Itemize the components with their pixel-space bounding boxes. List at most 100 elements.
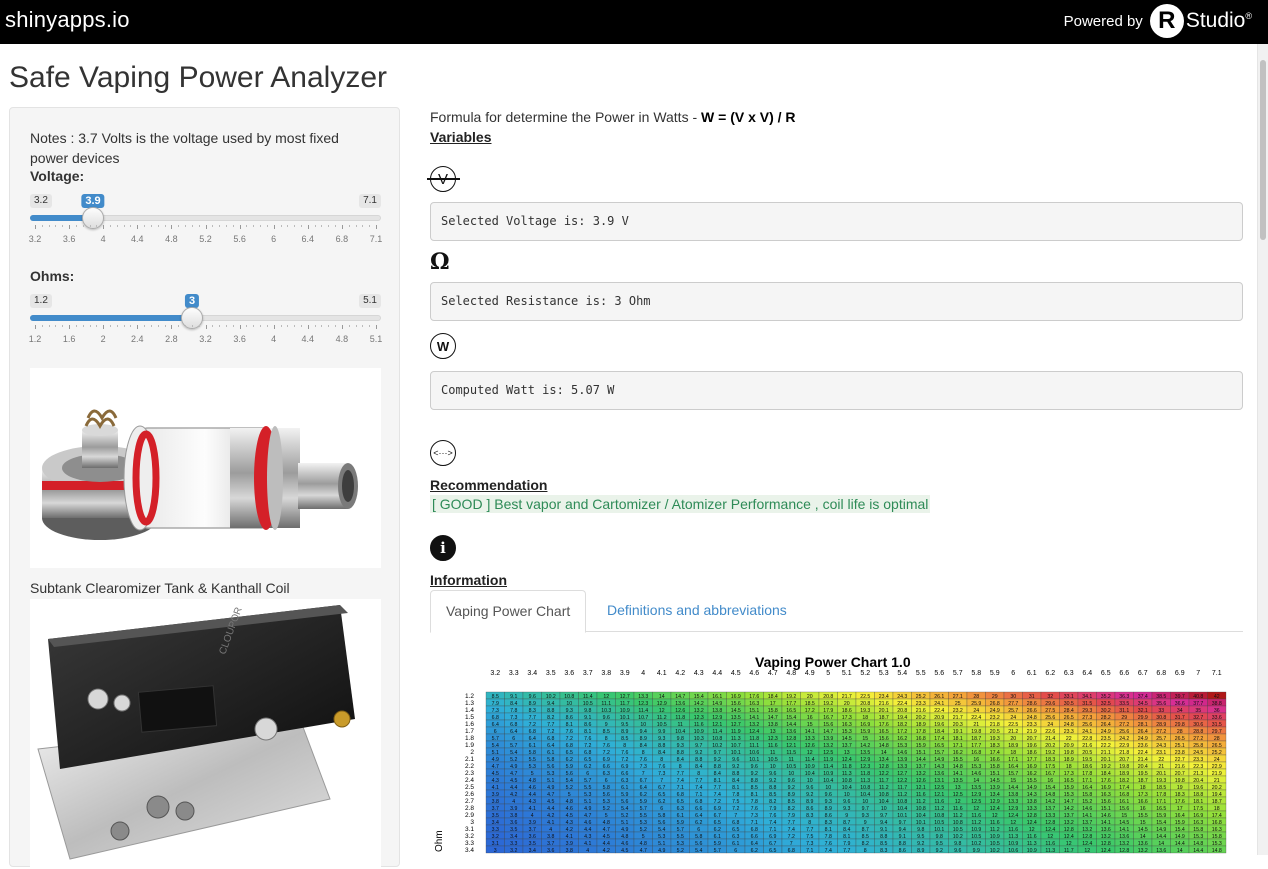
ohms-tick-label: 2 bbox=[100, 334, 106, 344]
chart-x-tick-label: 4.2 bbox=[675, 670, 685, 677]
voltage-minor-tick bbox=[369, 225, 371, 227]
rstudio-logo-icon: R bbox=[1149, 4, 1184, 38]
voltage-minor-tick bbox=[164, 225, 166, 227]
information-heading: Information bbox=[430, 572, 507, 588]
chart-x-tick-label: 5.4 bbox=[897, 670, 907, 677]
voltage-minor-tick bbox=[96, 225, 98, 227]
chart-cell-value: 4.9 bbox=[658, 848, 665, 854]
ohms-tick-label: 3.6 bbox=[233, 334, 246, 344]
chart-cell-value: 13.2 bbox=[1138, 848, 1148, 854]
chart-y-tick-label: 2.7 bbox=[465, 798, 474, 805]
chart-x-tick-label: 5.7 bbox=[953, 670, 963, 677]
page-scrollbar[interactable] bbox=[1257, 44, 1268, 855]
chart-cell-value: 6 bbox=[734, 848, 737, 854]
chart-cell-value: 7.7 bbox=[843, 848, 850, 854]
chart-cell-value: 8 bbox=[864, 848, 867, 854]
chart-x-tick-label: 4.8 bbox=[786, 670, 796, 677]
chart-y-tick-label: 2.9 bbox=[465, 812, 474, 819]
chart-y-tick-label: 1.9 bbox=[465, 742, 474, 749]
chart-x-tick-label: 5.2 bbox=[860, 670, 870, 677]
chart-y-tick-label: 1.4 bbox=[465, 707, 474, 714]
voltage-tick-label: 4.4 bbox=[131, 234, 144, 244]
chart-y-tick-label: 2.8 bbox=[465, 805, 474, 812]
watt-icon: W bbox=[430, 333, 456, 359]
chart-cell-value: 3.2 bbox=[510, 848, 517, 854]
voltage-min-label: 3.2 bbox=[30, 194, 52, 208]
ohms-slider-fill bbox=[30, 315, 192, 321]
vaping-power-chart: 3.2 3.3 3.4 3.5 3.6 3.7 3.8 3.9 4 4.1 4.2 4.3 4.4 4.5… bbox=[430, 652, 1243, 867]
chart-x-tick-label: 3.4 bbox=[527, 670, 537, 677]
chart-cell-value: 11.7 bbox=[1064, 848, 1074, 854]
voltage-minor-tick bbox=[82, 225, 84, 227]
ohms-minor-tick bbox=[321, 325, 323, 327]
powered-by-rstudio[interactable]: Powered by R Studio® bbox=[1064, 3, 1252, 39]
voltage-tick-mark bbox=[35, 225, 36, 229]
voltage-minor-tick bbox=[362, 225, 364, 227]
ohms-tick-mark bbox=[137, 325, 139, 329]
powered-by-label: Powered by bbox=[1063, 12, 1143, 30]
ohms-minor-tick bbox=[185, 325, 187, 327]
chart-x-tick-label: 6.6 bbox=[1119, 670, 1129, 677]
chart-x-tick-label: 6.3 bbox=[1064, 670, 1074, 677]
tab-definitions[interactable]: Definitions and abbreviations bbox=[592, 590, 802, 632]
chart-y-tick-label: 2.2 bbox=[465, 763, 474, 770]
voltage-minor-tick bbox=[144, 225, 146, 227]
voltage-minor-tick bbox=[185, 225, 187, 227]
voltage-minor-tick bbox=[287, 225, 289, 227]
chart-x-tick-label: 3.3 bbox=[509, 670, 519, 677]
chart-cell-value: 14.4 bbox=[1193, 848, 1203, 854]
recommendation-icon: <···> bbox=[430, 440, 456, 466]
voltage-minor-tick bbox=[321, 225, 323, 227]
formula-text: Formula for determine the Power in Watts… bbox=[430, 109, 796, 125]
voltage-tick-mark bbox=[239, 225, 241, 229]
sidebar-panel: Notes : 3.7 Volts is the voltage used by… bbox=[9, 107, 400, 869]
tab-vaping-power-chart[interactable]: Vaping Power Chart bbox=[430, 590, 587, 633]
chart-cell-value: 8.6 bbox=[899, 848, 906, 854]
voltage-minor-tick bbox=[225, 225, 227, 227]
voltage-minor-tick bbox=[62, 225, 64, 227]
chart-cell-value: 10.9 bbox=[1027, 848, 1037, 854]
voltage-minor-tick bbox=[348, 225, 350, 227]
shinyapps-brand-link[interactable]: shinyapps.io bbox=[5, 7, 130, 33]
chart-cell-value: 5.2 bbox=[677, 848, 684, 854]
voltage-minor-tick bbox=[150, 225, 152, 227]
ohms-minor-tick bbox=[348, 325, 350, 327]
chart-y-tick-label: 1.6 bbox=[465, 721, 474, 728]
voltage-minor-tick bbox=[300, 225, 302, 227]
ohms-minor-tick bbox=[82, 325, 84, 327]
chart-x-tick-label: 3.2 bbox=[490, 670, 500, 677]
chart-cell-value: 8.3 bbox=[880, 848, 887, 854]
chart-x-tick-label: 4 bbox=[641, 670, 645, 677]
chart-cell-value: 12 bbox=[1084, 848, 1090, 854]
voltage-tick-label: 4 bbox=[100, 234, 106, 244]
ohms-minor-tick bbox=[369, 325, 371, 327]
chart-cell-value: 3 bbox=[494, 848, 497, 854]
clearomizer-caption: Subtank Clearomizer Tank & Kanthall Coil bbox=[30, 580, 290, 596]
ohms-max-label: 5.1 bbox=[359, 294, 381, 308]
ohms-tick-mark bbox=[341, 325, 343, 329]
scrollbar-thumb[interactable] bbox=[1260, 60, 1266, 240]
voltage-icon-leads bbox=[427, 178, 460, 180]
ohms-minor-tick bbox=[253, 325, 255, 327]
ohms-minor-tick bbox=[355, 325, 357, 327]
voltage-slider[interactable]: 3.2 7.1 3.9 3.2 3.6 4 4.4 4.8 5.2 5.6 6 6.4 6.8 7.… bbox=[29, 194, 382, 254]
chart-cell-value: 10.2 bbox=[990, 848, 1000, 854]
chart-x-tick-label: 3.6 bbox=[564, 670, 574, 677]
voltage-tick-label: 6 bbox=[271, 234, 277, 244]
ohms-label: Ohms: bbox=[30, 268, 75, 284]
ohms-slider[interactable]: 1.2 5.1 3 1.2 1.6 2 2.4 2.8 3.2 3.6 4 4.4 4.8 5.1 bbox=[29, 294, 382, 354]
ohms-minor-tick bbox=[287, 325, 289, 327]
chart-x-tick-label: 7.1 bbox=[1212, 670, 1222, 677]
chart-x-tick-label: 4.5 bbox=[731, 670, 741, 677]
page-title: Safe Vaping Power Analyzer bbox=[9, 61, 388, 94]
chart-cell-value: 4 bbox=[586, 848, 589, 854]
ohms-minor-tick bbox=[362, 325, 364, 327]
chart-x-tick-label: 5.9 bbox=[990, 670, 1000, 677]
ohms-minor-tick bbox=[150, 325, 152, 327]
ohms-minor-tick bbox=[328, 325, 330, 327]
voltage-tick-label: 5.6 bbox=[233, 234, 246, 244]
ohms-minor-tick bbox=[219, 325, 221, 327]
ohms-minor-tick bbox=[116, 325, 118, 327]
ohms-minor-tick bbox=[110, 325, 112, 327]
chart-x-tick-label: 6.4 bbox=[1082, 670, 1092, 677]
